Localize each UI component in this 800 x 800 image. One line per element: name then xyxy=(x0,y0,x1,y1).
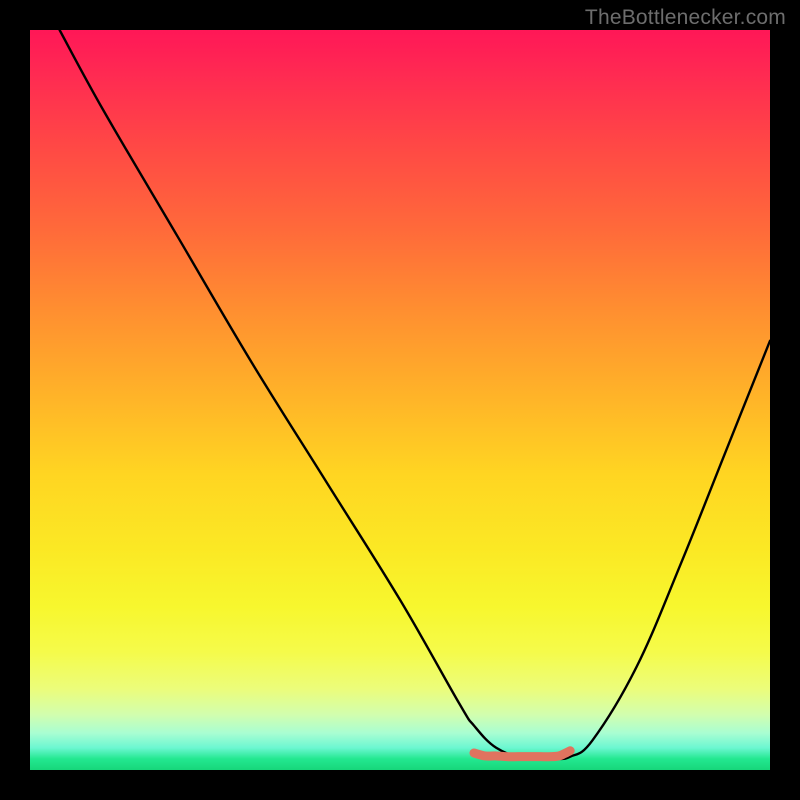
curve-layer xyxy=(30,30,770,770)
optimal-bump xyxy=(474,751,570,757)
bottleneck-curve xyxy=(60,30,770,760)
watermark-label: TheBottlenecker.com xyxy=(585,6,786,30)
plot-area xyxy=(30,30,770,770)
chart-frame: TheBottlenecker.com xyxy=(0,0,800,800)
